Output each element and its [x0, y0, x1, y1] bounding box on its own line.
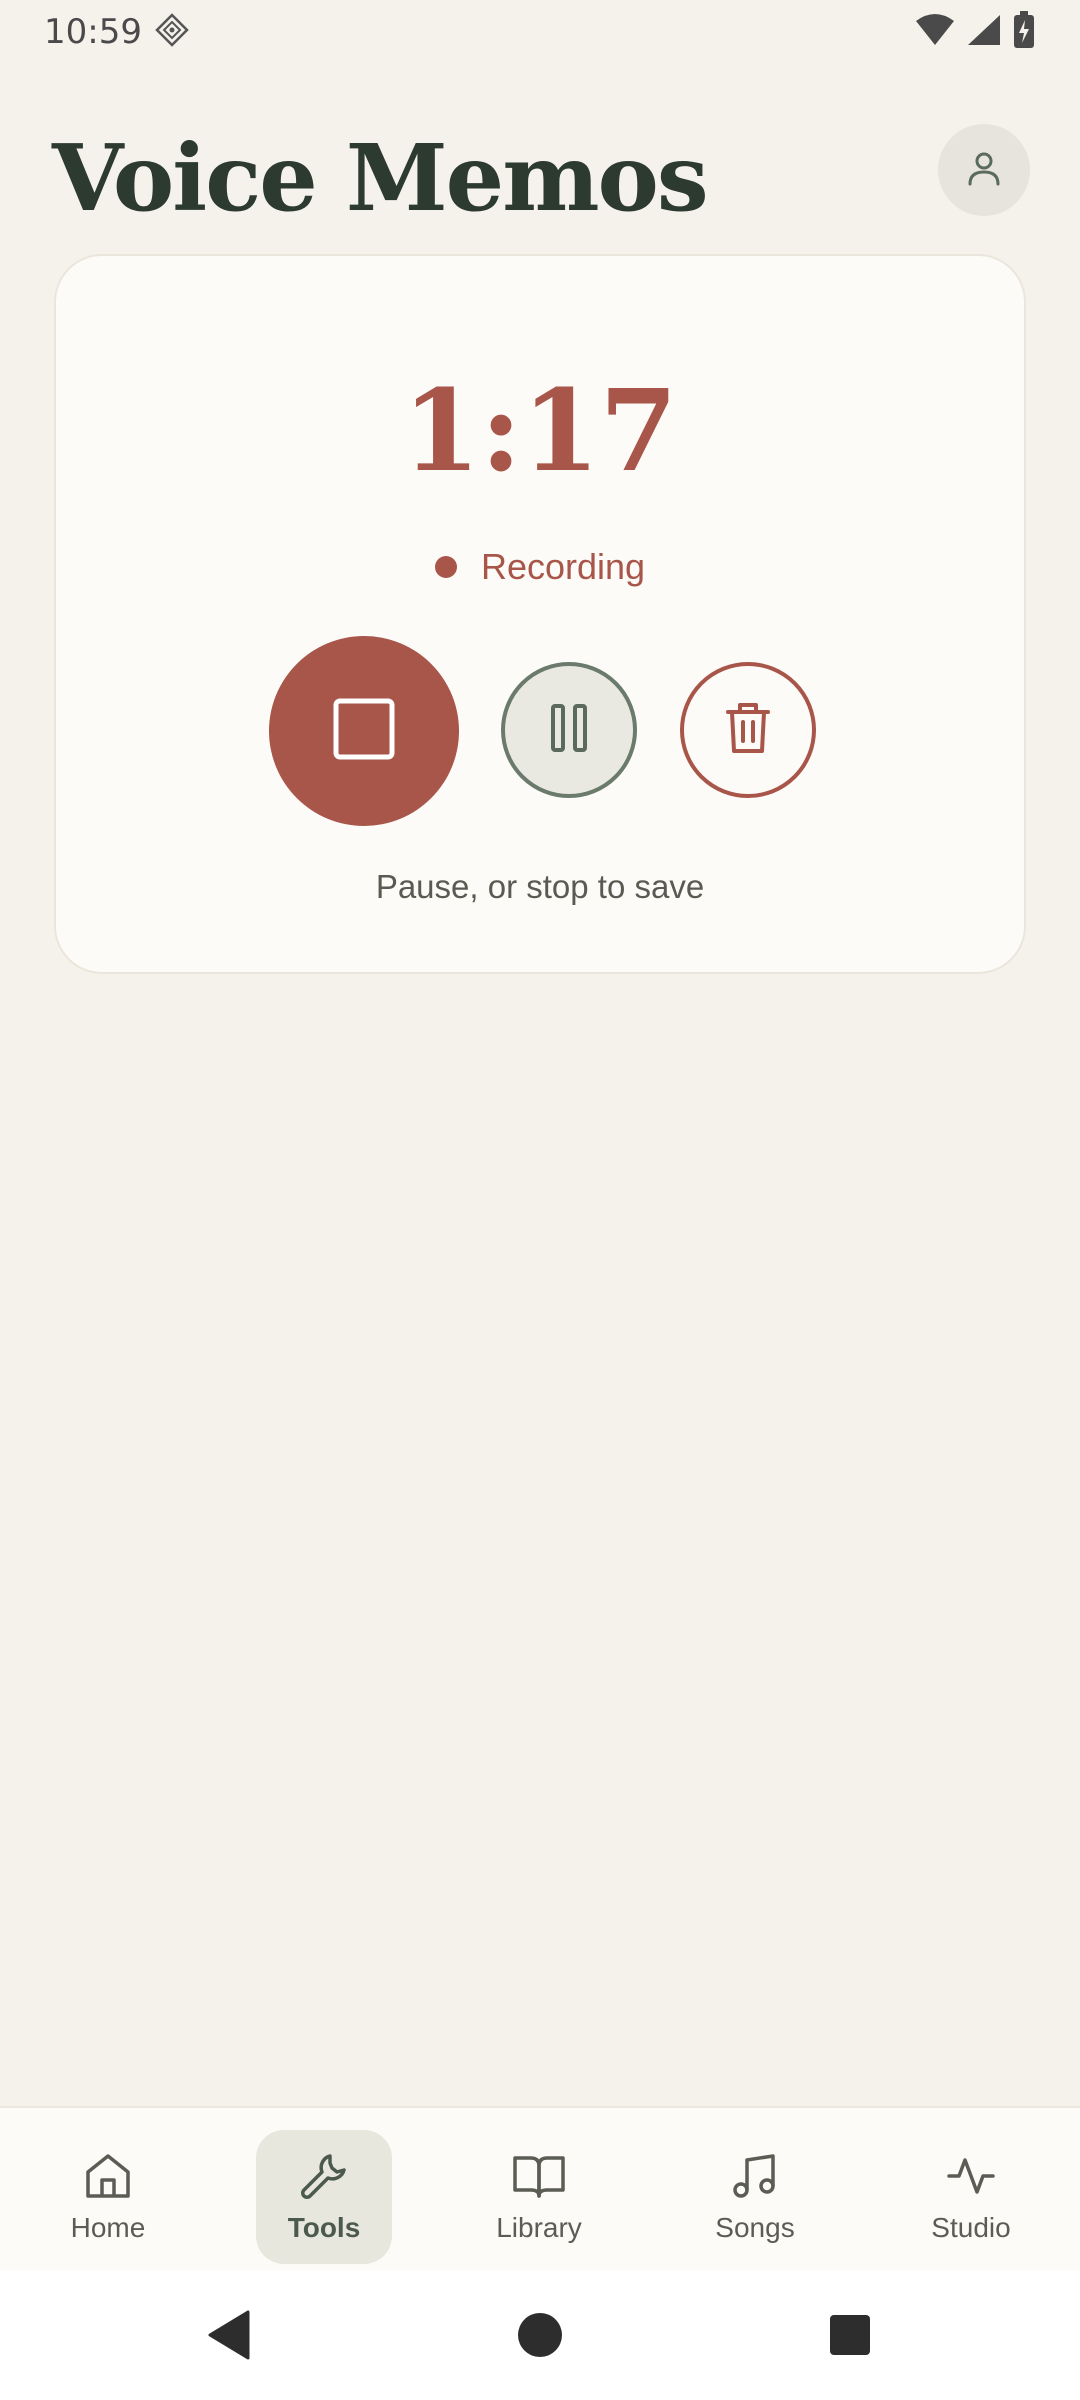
nav-label-library: Library [496, 2212, 582, 2243]
bottom-nav: Home Tools Library Songs Studio [0, 2106, 1080, 2270]
nav-item-tools[interactable]: Tools [256, 2130, 392, 2264]
back-icon[interactable] [206, 2310, 250, 2365]
pause-icon [547, 702, 591, 759]
nav-label-tools: Tools [287, 2212, 361, 2243]
profile-button[interactable] [938, 124, 1030, 216]
recording-status: Recording [56, 546, 1024, 588]
nav-label-home: Home [70, 2212, 146, 2243]
recorder-card: 1:17 Recording Pause, or stop to save [54, 254, 1026, 974]
nav-item-songs[interactable]: Songs [687, 2130, 823, 2264]
page-title: Voice Memos [52, 124, 709, 232]
system-nav-bar [0, 2270, 1080, 2400]
wrench-icon [298, 2148, 350, 2204]
battery-charging-icon [1012, 10, 1036, 54]
pause-button[interactable] [501, 662, 637, 798]
nav-label-songs: Songs [715, 2212, 795, 2243]
stop-button[interactable] [269, 636, 459, 826]
delete-button[interactable] [680, 662, 816, 798]
recording-hint: Pause, or stop to save [375, 868, 705, 905]
recording-timer: 1:17 [402, 366, 678, 497]
trash-icon [724, 700, 772, 761]
person-icon [964, 148, 1004, 193]
home-circle-icon[interactable] [518, 2310, 562, 2365]
status-bar: 10:59 [0, 0, 1080, 64]
header: Voice Memos [0, 110, 1080, 260]
nav-item-studio[interactable]: Studio [903, 2130, 1039, 2264]
status-time: 10:59 [44, 12, 142, 52]
home-icon [82, 2148, 134, 2204]
book-icon [511, 2148, 567, 2204]
nav-label-studio: Studio [931, 2212, 1011, 2243]
status-left: 10:59 [44, 12, 190, 53]
nav-item-home[interactable]: Home [40, 2130, 176, 2264]
recording-controls [56, 636, 1024, 826]
wifi-icon [914, 13, 956, 52]
music-note-icon [729, 2148, 781, 2204]
signal-icon [966, 13, 1002, 52]
recording-status-label: Recording [480, 546, 646, 587]
recording-dot-icon [434, 556, 457, 578]
location-diamond-icon [154, 12, 190, 53]
activity-icon [945, 2148, 997, 2204]
status-right [914, 10, 1036, 54]
stop-icon [332, 697, 396, 766]
nav-item-library[interactable]: Library [471, 2130, 607, 2264]
recents-icon[interactable] [828, 2310, 872, 2365]
